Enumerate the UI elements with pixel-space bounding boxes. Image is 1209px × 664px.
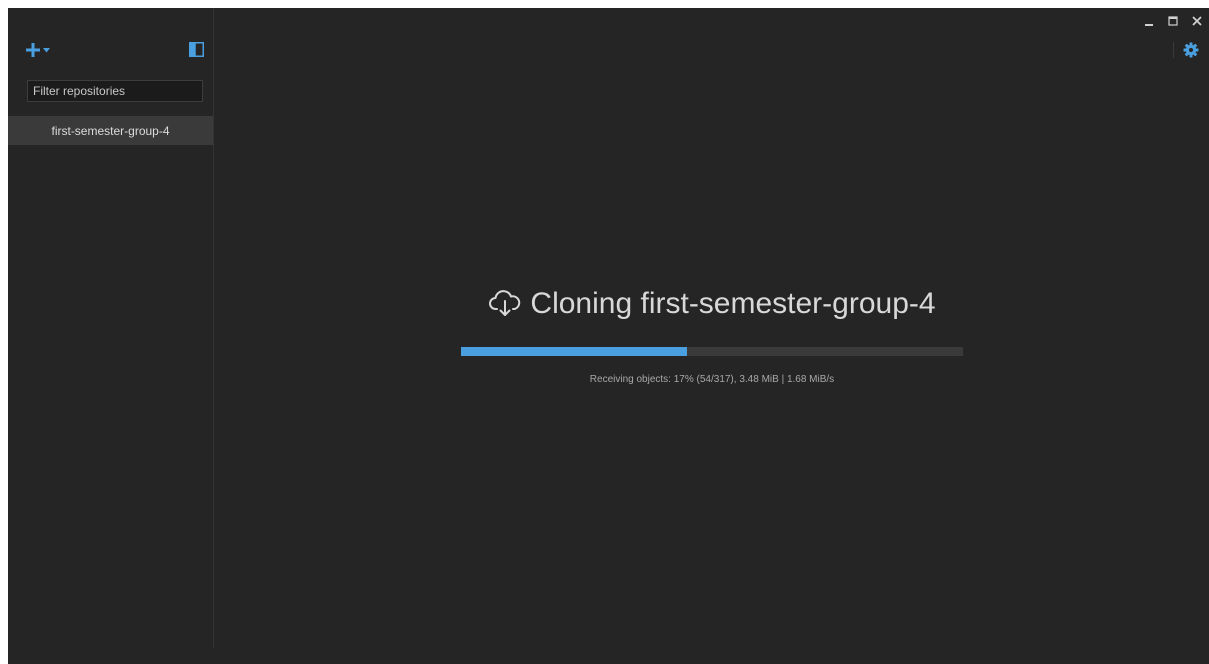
caret-down-icon <box>43 48 50 53</box>
main-content: Cloning first-semester-group-4 Receiving… <box>214 8 1209 664</box>
clone-title: Cloning first-semester-group-4 <box>530 287 936 320</box>
sidebar-panel-icon[interactable] <box>189 42 204 57</box>
sidebar: first-semester-group-4 <box>8 8 214 648</box>
repository-item[interactable]: first-semester-group-4 <box>8 116 213 145</box>
clone-progress-bar <box>461 347 963 356</box>
clone-heading: Cloning first-semester-group-4 <box>461 284 963 324</box>
repository-list: first-semester-group-4 <box>8 116 213 145</box>
clone-progress-fill <box>461 347 687 356</box>
clone-progress-panel: Cloning first-semester-group-4 Receiving… <box>461 284 963 385</box>
repository-name: first-semester-group-4 <box>51 123 170 138</box>
plus-icon <box>26 43 40 57</box>
sidebar-toolbar <box>8 38 213 62</box>
cloud-download-icon <box>489 290 521 316</box>
add-repository-button[interactable] <box>26 40 50 60</box>
app-window: first-semester-group-4 <box>8 8 1209 664</box>
filter-repositories-input[interactable] <box>27 80 203 102</box>
clone-progress-status: Receiving objects: 17% (54/317), 3.48 Mi… <box>589 374 835 385</box>
